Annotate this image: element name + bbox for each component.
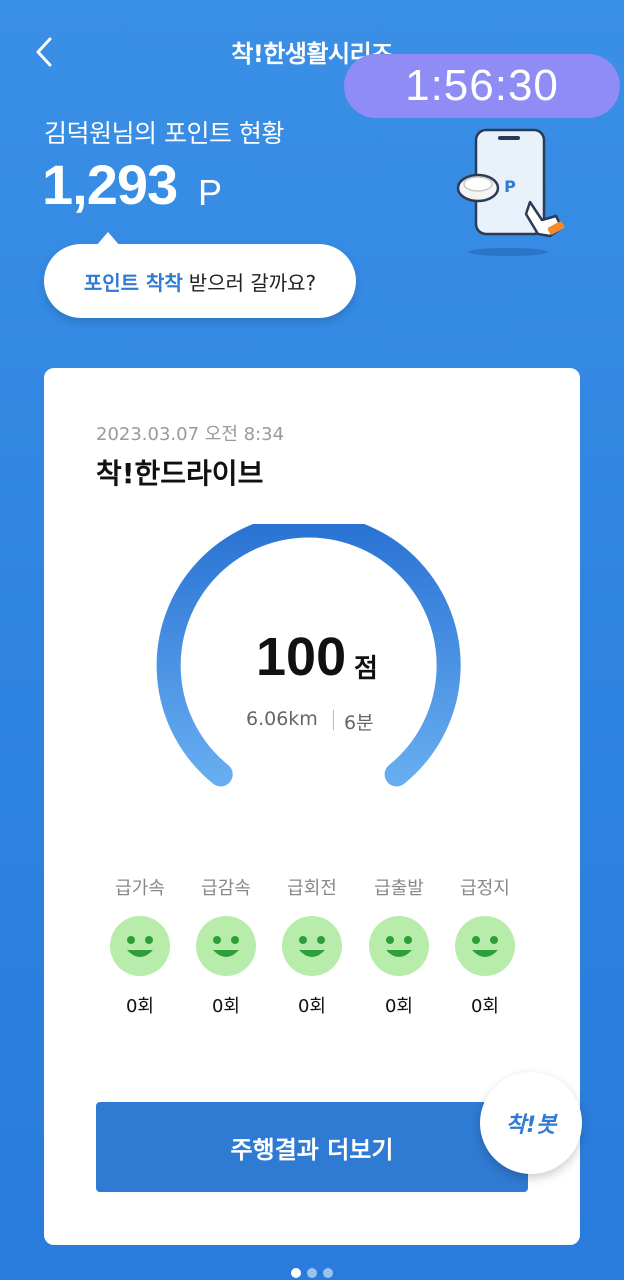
bubble-highlight: 포인트 착착: [83, 270, 183, 295]
page-dot[interactable]: [291, 1268, 301, 1278]
score-value: 100: [256, 627, 347, 687]
page-indicator: [0, 1268, 624, 1278]
event-item: 급회전 0회: [272, 874, 352, 1018]
score-unit: 점: [354, 654, 378, 684]
bubble-text: 받으러 갈까요?: [188, 270, 317, 295]
event-label: 급가속: [115, 878, 165, 899]
smile-face-icon: [369, 916, 429, 976]
page-dot[interactable]: [307, 1268, 317, 1278]
event-count: 0회: [297, 996, 326, 1017]
event-count: 0회: [384, 996, 413, 1017]
page-dot[interactable]: [323, 1268, 333, 1278]
smile-face-icon: [455, 916, 515, 976]
points-value: 1,293: [42, 153, 178, 216]
more-results-button[interactable]: 주행결과 더보기: [96, 1102, 528, 1192]
event-label: 급회전: [287, 878, 337, 899]
event-label: 급정지: [460, 878, 510, 899]
event-label: 급감속: [201, 878, 251, 899]
trip-duration: 6분: [344, 712, 374, 734]
event-count: 0회: [470, 996, 499, 1017]
smile-face-icon: [110, 916, 170, 976]
event-count: 0회: [211, 996, 240, 1017]
driving-events: 급가속 0회 급감속 0회 급회전 0회 급출발 0회 급정지 0회: [94, 874, 534, 1024]
chatbot-button[interactable]: 착!봇: [480, 1072, 582, 1174]
smile-face-icon: [282, 916, 342, 976]
svg-text:P: P: [504, 177, 516, 196]
event-item: 급감속 0회: [186, 874, 266, 1018]
event-item: 급정지 0회: [445, 874, 525, 1018]
points-label: 김덕원님의 포인트 현황: [44, 119, 284, 148]
point-bubble-button[interactable]: 포인트 착착 받으러 갈까요?: [44, 232, 356, 318]
timer-badge: 1:56:30: [344, 54, 620, 118]
divider: [333, 710, 334, 730]
event-item: 급가속 0회: [100, 874, 180, 1018]
drive-title: 착!한드라이브: [96, 457, 264, 490]
drive-date: 2023.03.07 오전 8:34: [96, 424, 285, 445]
points-unit: P: [198, 172, 223, 213]
event-label: 급출발: [374, 878, 424, 899]
event-item: 급출발 0회: [359, 874, 439, 1018]
phone-point-icon: P: [456, 128, 565, 256]
trip-distance: 6.06km: [246, 708, 318, 730]
smile-face-icon: [196, 916, 256, 976]
event-count: 0회: [125, 996, 154, 1017]
